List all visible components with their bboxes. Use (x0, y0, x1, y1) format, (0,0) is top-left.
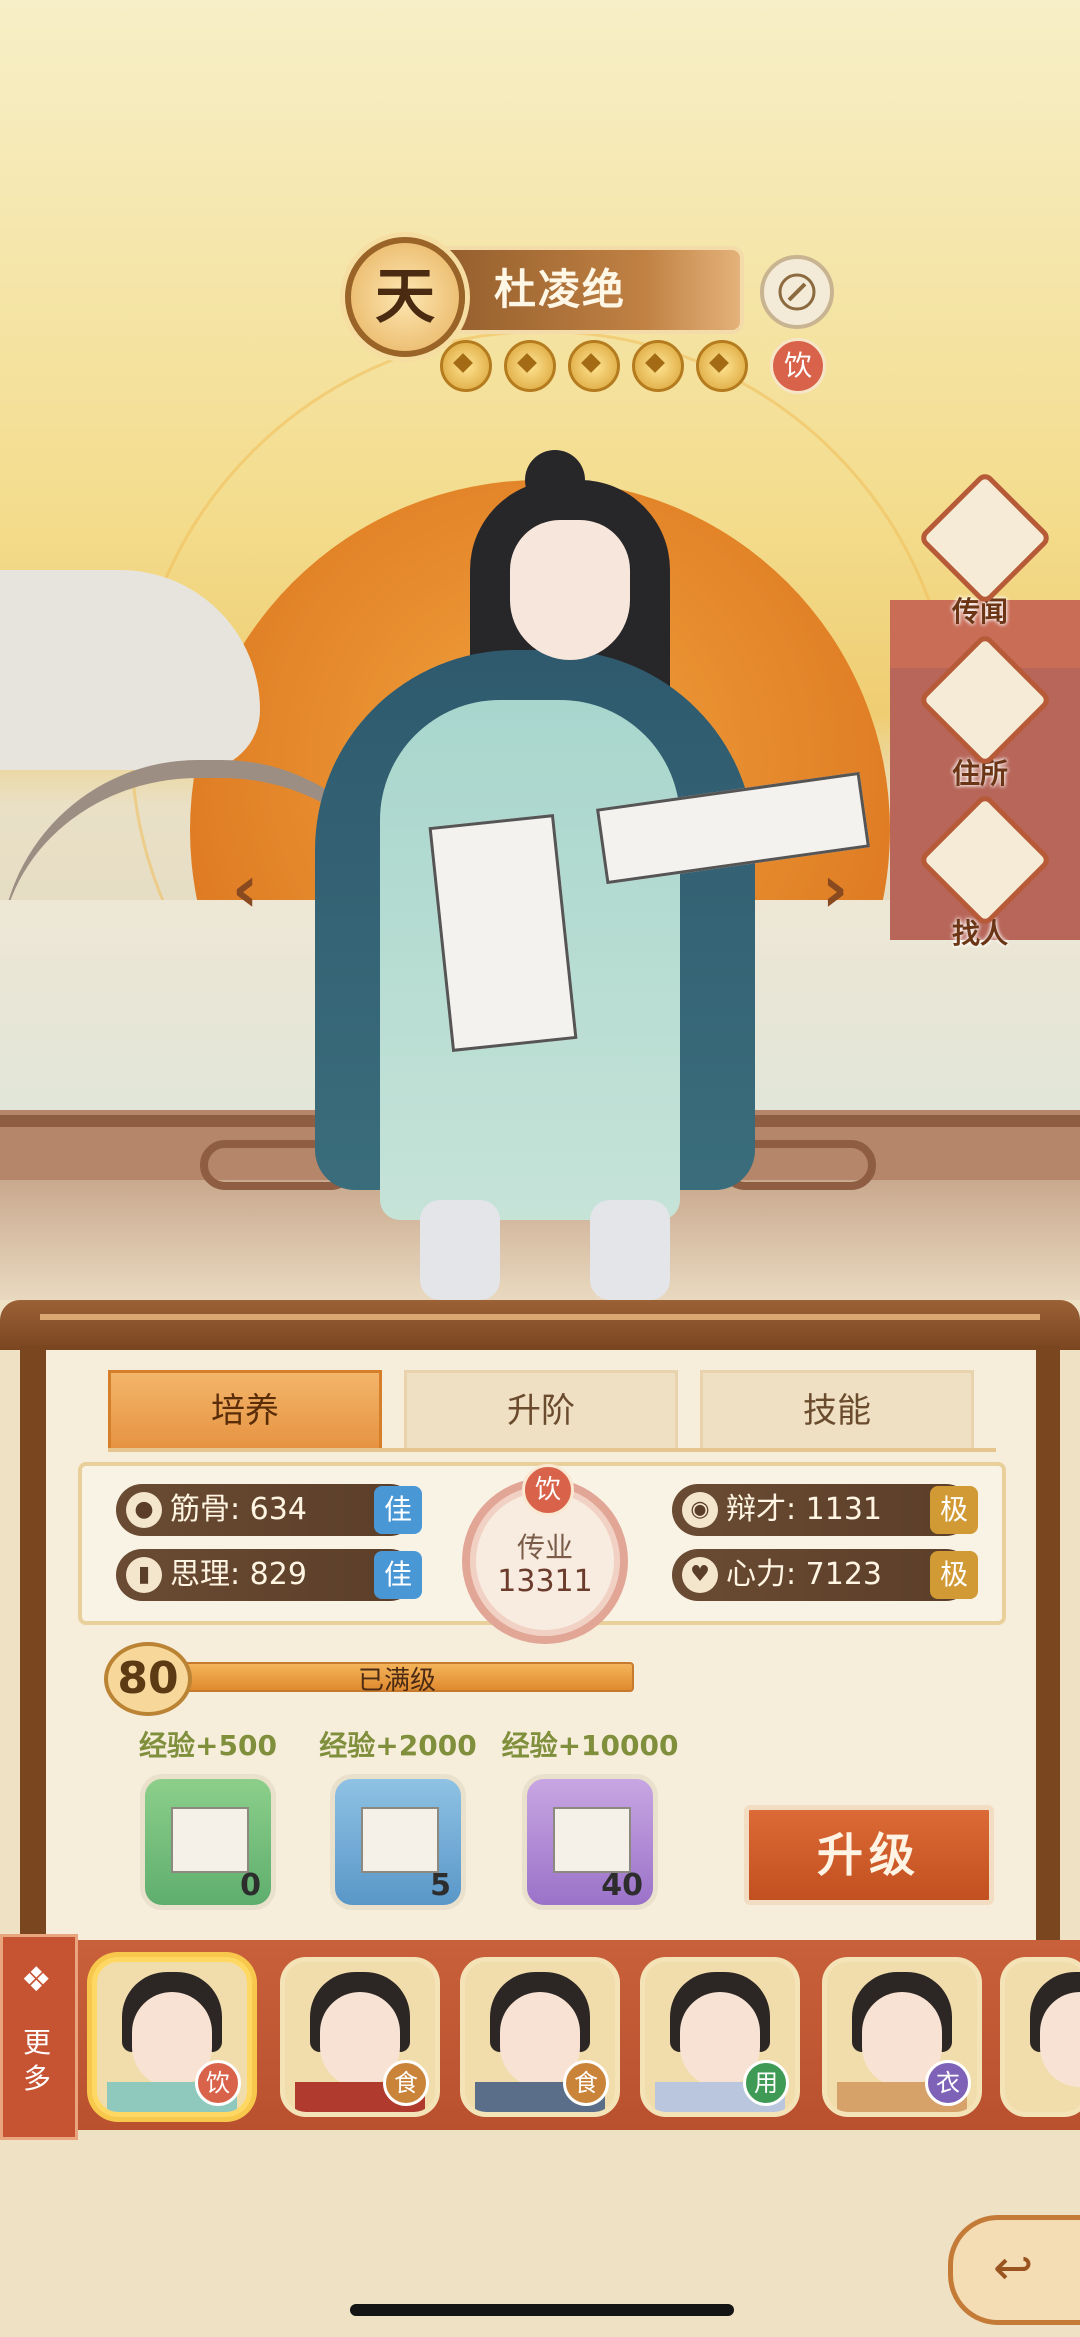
exp-label: 经验+2000 (319, 1729, 477, 1762)
scroll-icon (917, 470, 1053, 606)
exp-label: 经验+500 (139, 1729, 277, 1762)
level-number: 80 (104, 1642, 192, 1716)
tab-advance[interactable]: 升阶 (404, 1370, 678, 1452)
book-icon (171, 1807, 249, 1873)
grade-badge: 佳 (374, 1486, 422, 1534)
roster-tag: 衣 (925, 2060, 971, 2106)
exp-book-card[interactable]: 40 (522, 1774, 658, 1910)
stat-label: 思理: 829 (170, 1557, 307, 1592)
roster-tag: 饮 (195, 2060, 241, 2106)
star-icon (504, 340, 556, 392)
character-scroll (428, 814, 578, 1052)
roster-tag: 食 (383, 2060, 429, 2106)
grade-badge: 极 (930, 1486, 978, 1534)
prev-character-arrow-icon[interactable]: ‹ (215, 858, 275, 922)
heart-icon: ♥ (682, 1557, 718, 1593)
more-label: 更多 (23, 2026, 52, 2095)
tab-underline (108, 1448, 996, 1452)
stat-xinli: ♥ 心力: 7123 极 (672, 1549, 978, 1601)
character-name-bar: 杜凌绝 (420, 250, 740, 330)
level-progress-bar: 已满级 (160, 1662, 634, 1696)
roster-portrait[interactable]: 饮 (92, 1957, 252, 2117)
roster-tag: 食 (563, 2060, 609, 2106)
stat-label: 心力: 7123 (726, 1557, 882, 1592)
book-icon (553, 1807, 631, 1873)
specialty-tag: 饮 (770, 338, 826, 394)
book-icon (361, 1807, 439, 1873)
profession-tag: 饮 (522, 1464, 574, 1516)
profession-value: 13311 (497, 1564, 593, 1599)
upgrade-button[interactable]: 升级 (744, 1805, 994, 1905)
book-icon: ▮ (126, 1557, 162, 1593)
roster-portrait[interactable]: 食 (280, 1957, 440, 2117)
roster-portrait-partial[interactable] (1000, 1957, 1080, 2117)
exp-item-500[interactable]: 经验+500 0 (118, 1724, 298, 1910)
panel-header-frame (0, 1300, 1080, 1350)
exp-item-10000[interactable]: 经验+10000 40 (500, 1724, 680, 1910)
grid-icon: ❖ (21, 1960, 52, 2000)
rank-badge: 天 (345, 237, 465, 357)
profession-category: 传业 (516, 1531, 573, 1564)
roster-portrait[interactable]: 用 (640, 1957, 800, 2117)
house-icon (917, 632, 1053, 768)
exp-count: 5 (430, 1868, 451, 1903)
stat-label: 辩才: 1131 (726, 1492, 882, 1527)
grade-badge: 佳 (374, 1551, 422, 1599)
side-button-rumors[interactable]: 传闻 (917, 470, 1053, 630)
star-icon (632, 340, 684, 392)
roster-portrait[interactable]: 衣 (822, 1957, 982, 2117)
star-rating (440, 340, 748, 392)
stat-jingu: ● 筋骨: 634 佳 (116, 1484, 422, 1536)
exp-item-2000[interactable]: 经验+2000 5 (308, 1724, 488, 1910)
exp-book-card[interactable]: 0 (140, 1774, 276, 1910)
stat-biancai: ◉ 辩才: 1131 极 (672, 1484, 978, 1536)
tab-bar: 培养 升阶 技能 (108, 1370, 974, 1452)
side-button-residence[interactable]: 住所 (917, 632, 1053, 792)
star-icon (568, 340, 620, 392)
star-icon (440, 340, 492, 392)
grade-badge: 极 (930, 1551, 978, 1599)
character-hair-bun (525, 450, 585, 510)
character-face[interactable] (510, 520, 630, 660)
search-person-icon (917, 792, 1053, 928)
next-character-arrow-icon[interactable]: › (805, 858, 865, 922)
stat-sili: ▮ 思理: 829 佳 (116, 1549, 422, 1601)
exp-count: 0 (240, 1868, 261, 1903)
roster-tag: 用 (743, 2060, 789, 2106)
side-button-find-person[interactable]: 找人 (917, 792, 1053, 952)
rank-label: 天 (375, 262, 435, 332)
exp-label: 经验+10000 (501, 1729, 679, 1762)
rename-button[interactable] (760, 255, 834, 329)
home-indicator (350, 2304, 734, 2316)
pen-icon (778, 273, 816, 311)
tab-skills[interactable]: 技能 (700, 1370, 974, 1452)
roster-portrait[interactable]: 食 (460, 1957, 620, 2117)
return-arrow-icon: ↩ (993, 2240, 1034, 2296)
character-boot-right (590, 1200, 670, 1300)
stat-label: 筋骨: 634 (170, 1492, 307, 1527)
back-button[interactable]: ↩ (948, 2215, 1080, 2325)
muscle-icon: ● (126, 1492, 162, 1528)
star-icon (696, 340, 748, 392)
eye-icon: ◉ (682, 1492, 718, 1528)
profession-circle: 饮 传业 13311 (462, 1464, 628, 1644)
more-button[interactable]: ❖ 更多 (0, 1934, 78, 2140)
level-status: 已满级 (357, 1666, 436, 1696)
character-boot-left (420, 1200, 500, 1300)
tab-train[interactable]: 培养 (108, 1370, 382, 1452)
exp-count: 40 (601, 1868, 643, 1903)
exp-book-card[interactable]: 5 (330, 1774, 466, 1910)
